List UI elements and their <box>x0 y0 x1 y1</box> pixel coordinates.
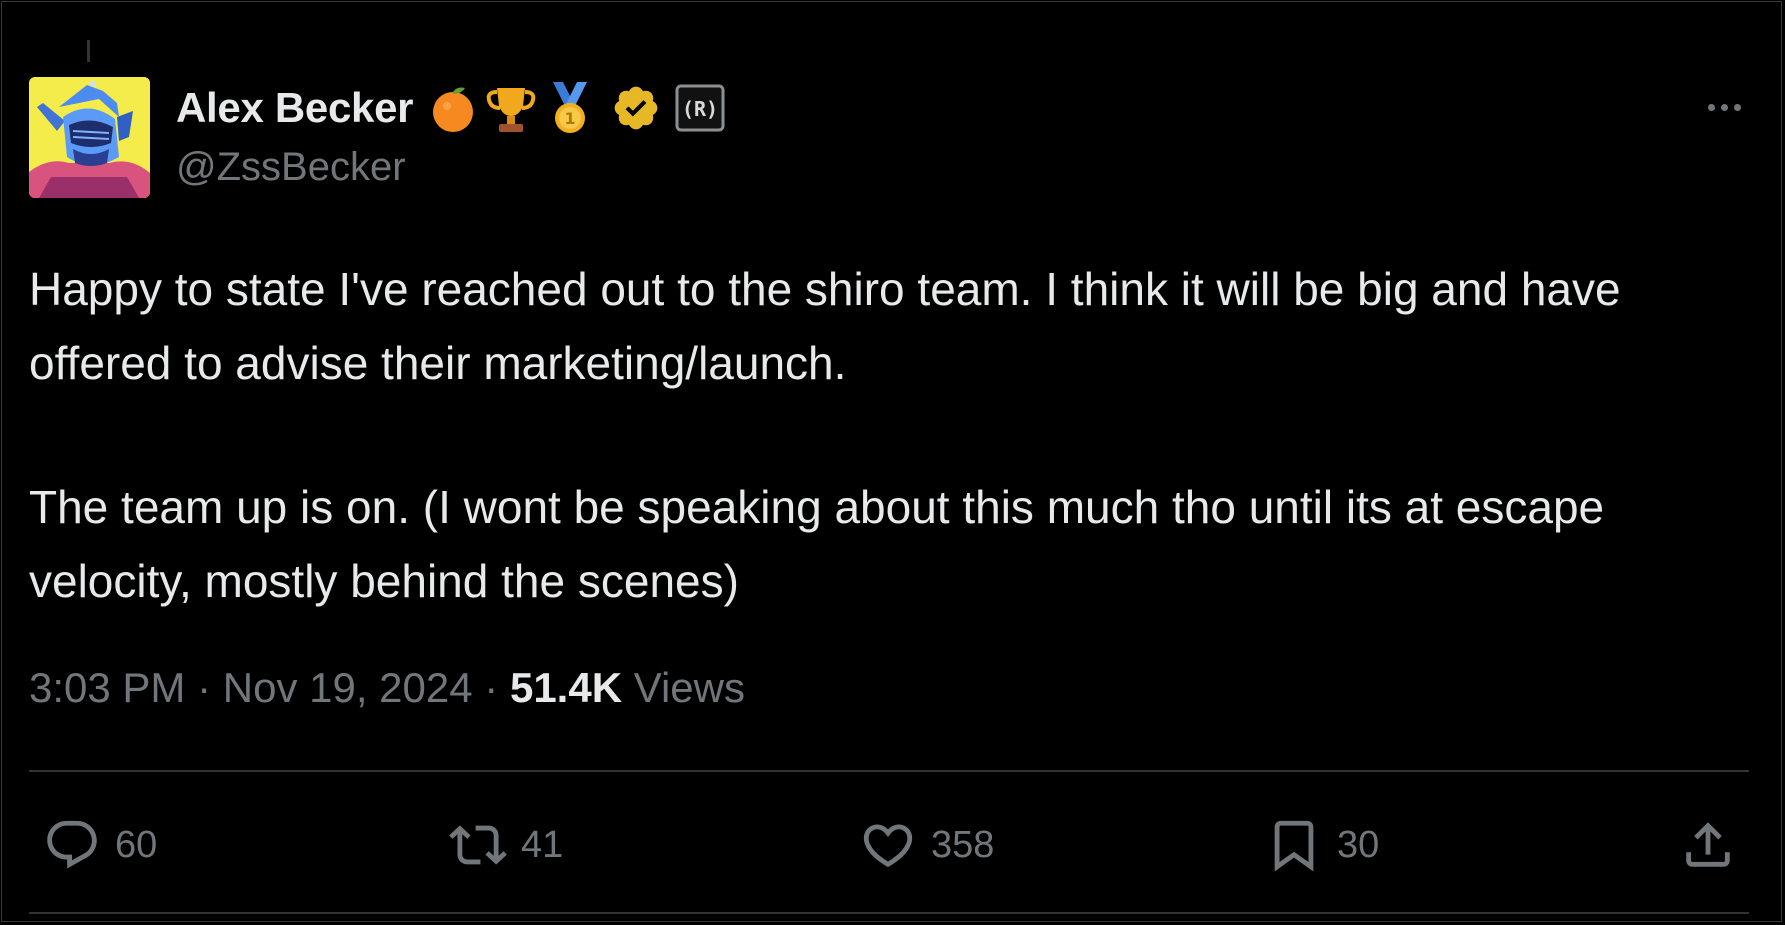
bookmark-count: 30 <box>1337 823 1380 866</box>
tweet-paragraph: Happy to state I've reached out to the s… <box>29 263 1621 389</box>
trophy-emoji-icon <box>483 80 539 136</box>
meta-separator: · <box>197 664 212 711</box>
share-button[interactable] <box>1679 800 1737 890</box>
svg-text:1: 1 <box>565 109 576 128</box>
share-icon <box>1679 816 1737 874</box>
first-place-medal-emoji-icon: 1 <box>543 80 597 136</box>
tweet-text: Happy to state I've reached out to the s… <box>29 252 1759 618</box>
more-dot-icon <box>1733 103 1741 111</box>
more-options-button[interactable] <box>1694 92 1754 122</box>
divider-bottom <box>29 912 1749 914</box>
tweet-time[interactable]: 3:03 PM <box>29 664 185 711</box>
bookmark-icon <box>1265 816 1323 874</box>
reply-button[interactable]: 60 <box>43 800 157 890</box>
like-button[interactable]: 358 <box>859 800 994 890</box>
reply-icon <box>43 816 101 874</box>
tweet-metadata: 3:03 PM · Nov 19, 2024 · 51.4K Views <box>29 664 745 712</box>
retweet-icon <box>449 816 507 874</box>
author-handle[interactable]: @ZssBecker <box>176 145 406 190</box>
meta-separator: · <box>484 664 499 711</box>
divider-top <box>29 770 1749 772</box>
svg-text:(R): (R) <box>682 97 718 121</box>
affiliate-badge-icon[interactable]: (R) <box>675 84 725 132</box>
more-dot-icon <box>1707 103 1715 111</box>
orange-emoji-icon <box>427 82 479 134</box>
thread-connector-line <box>87 40 90 62</box>
heart-icon <box>859 816 917 874</box>
reply-count: 60 <box>115 823 158 866</box>
views-label: Views <box>633 664 745 711</box>
views-count[interactable]: 51.4K <box>510 664 622 711</box>
verified-badge-icon[interactable] <box>611 83 661 133</box>
retweet-count: 41 <box>521 823 564 866</box>
avatar[interactable] <box>29 77 150 198</box>
like-count: 358 <box>931 823 995 866</box>
bookmark-button[interactable]: 30 <box>1265 800 1379 890</box>
action-bar: 60 41 358 30 <box>29 800 1749 890</box>
tweet-date[interactable]: Nov 19, 2024 <box>223 664 473 711</box>
tweet-paragraph: The team up is on. (I wont be speaking a… <box>29 481 1605 607</box>
retweet-button[interactable]: 41 <box>449 800 563 890</box>
author-display-name[interactable]: Alex Becker <box>176 84 414 132</box>
more-dot-icon <box>1720 103 1728 111</box>
author-name-row[interactable]: Alex Becker 1 (R) <box>176 80 729 136</box>
